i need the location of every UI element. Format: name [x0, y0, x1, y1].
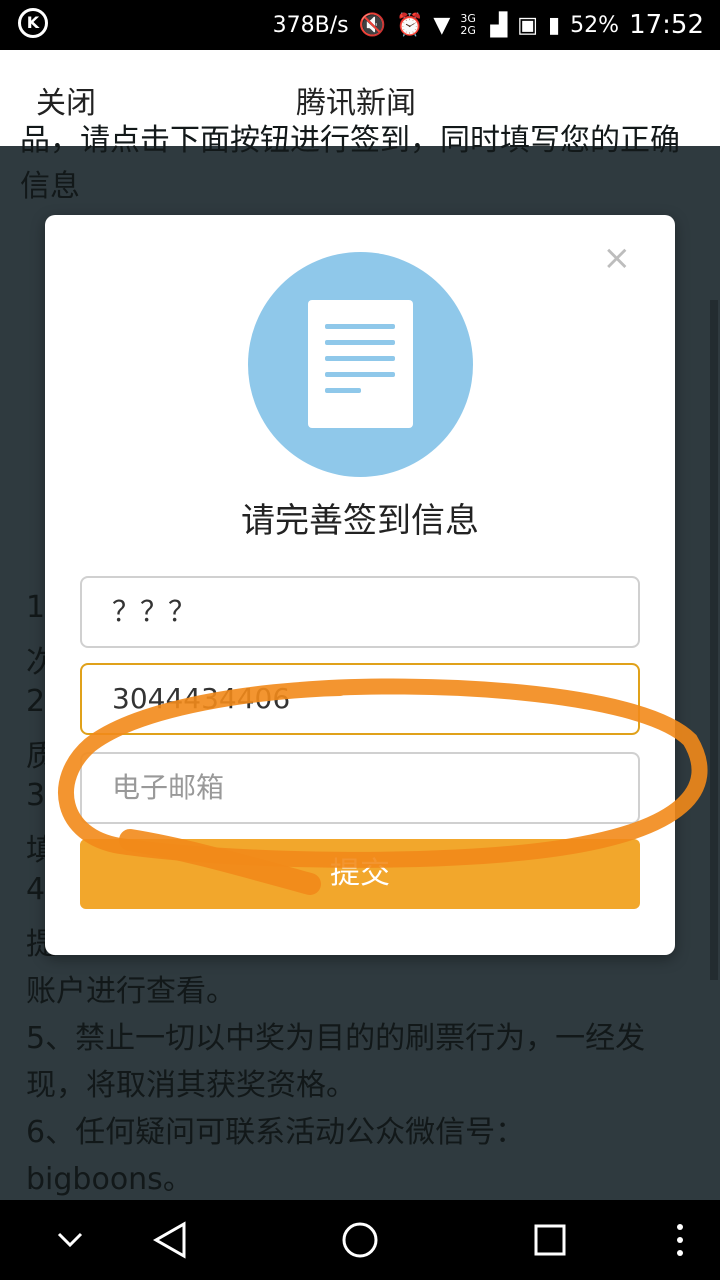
article-line: 现，将取消其获奖资格。 [26, 1068, 356, 1103]
document-sheet [308, 300, 413, 428]
chevron-down-icon[interactable] [40, 1200, 100, 1280]
article-line: bigboons。 [26, 1162, 193, 1197]
article-line: 6、任何疑问可联系活动公众微信号： [26, 1115, 526, 1150]
article-line: 品，请点击下面按钮进行签到，同时填写您的正确 [20, 123, 680, 158]
navigation-bar [0, 1200, 720, 1280]
document-line [325, 356, 395, 361]
close-button[interactable]: 关闭 [36, 78, 96, 122]
signal-icon: ▟ [490, 12, 508, 38]
document-line [325, 372, 395, 377]
document-line [325, 340, 395, 345]
network-speed: 378B/s [272, 12, 349, 38]
status-bar: K 378B/s 🔇 ⏰ ▼ 3G 2G ▟ ▣ ▮ 52% 17:52 [0, 0, 720, 50]
name-field[interactable] [80, 576, 640, 648]
mute-icon: 🔇 [358, 12, 386, 38]
close-icon[interactable]: × [603, 241, 632, 275]
scrollbar[interactable] [710, 300, 718, 980]
more-icon[interactable] [660, 1200, 700, 1280]
article-list-marker: 4 [26, 872, 46, 907]
recents-icon[interactable] [520, 1200, 580, 1280]
sim-icon: ▣ [517, 12, 539, 38]
k-logo-icon: K [18, 8, 48, 38]
back-icon[interactable] [140, 1200, 200, 1280]
article-list-marker: 2 [26, 684, 46, 719]
alarm-icon: ⏰ [396, 12, 424, 38]
article-line: 5、禁止一切以中奖为目的的刷票行为，一经发 [26, 1021, 646, 1056]
phone-field[interactable] [80, 663, 640, 735]
submit-button[interactable]: 提交 [80, 839, 640, 909]
battery-level: 52% [570, 12, 620, 38]
email-input[interactable] [110, 770, 614, 805]
article-line: 账户进行查看。 [26, 974, 236, 1009]
network-type: 3G 2G [460, 12, 476, 37]
article-intro: 品，请点击下面按钮进行签到，同时填写您的正确 信息 [20, 123, 710, 210]
dialog-title: 请完善签到信息 [241, 501, 479, 541]
article-rules: 账户进行查看。 5、禁止一切以中奖为目的的刷票行为，一经发 现，将取消其获奖资格… [26, 968, 706, 1203]
battery-icon: ▮ [548, 12, 561, 38]
checkin-dialog: × 请完善签到信息 提交 [45, 215, 675, 955]
document-line [325, 388, 361, 393]
name-input[interactable] [110, 592, 614, 628]
document-icon [248, 252, 473, 477]
phone-input[interactable] [110, 681, 614, 716]
clock: 17:52 [629, 10, 704, 40]
document-line [325, 324, 395, 329]
page-title: 腾讯新闻 [296, 86, 416, 121]
email-field[interactable] [80, 752, 640, 824]
article-list-marker: 3 [26, 778, 46, 813]
article-list-marker: 1 [26, 590, 46, 625]
wifi-icon: ▼ [433, 12, 451, 38]
home-icon[interactable] [330, 1200, 390, 1280]
status-icons: 378B/s 🔇 ⏰ ▼ 3G 2G ▟ ▣ ▮ 52% 17:52 [273, 0, 704, 50]
article-line: 信息 [20, 169, 80, 204]
